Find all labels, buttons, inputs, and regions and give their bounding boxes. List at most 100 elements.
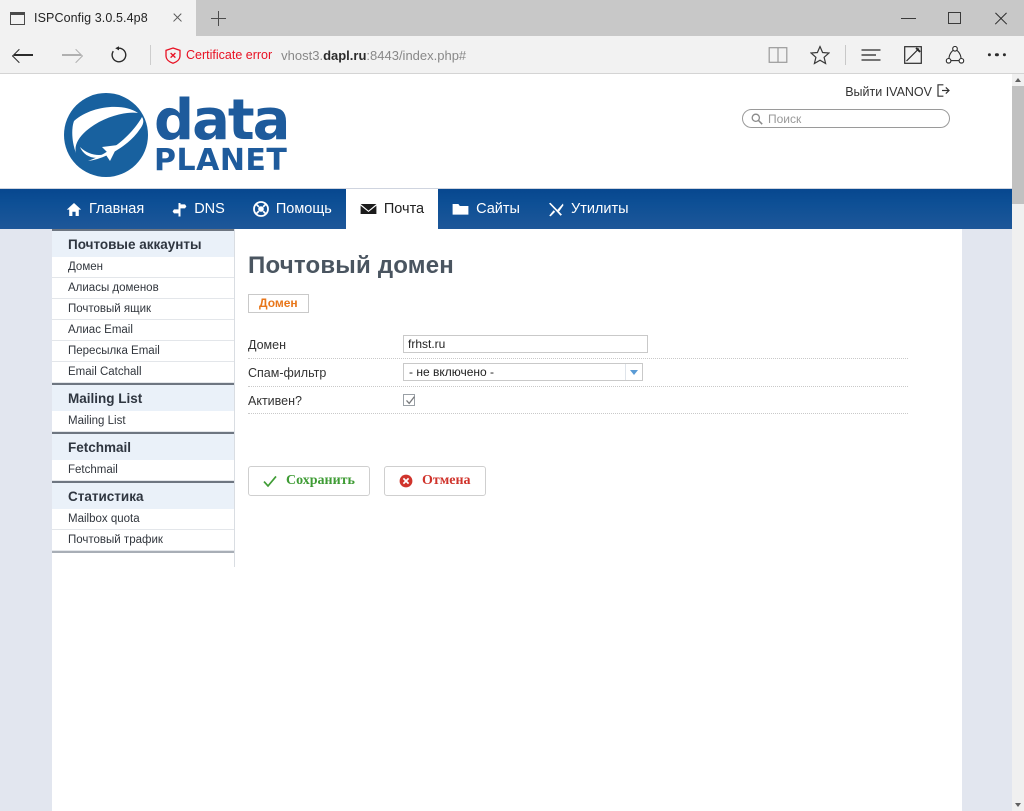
new-tab-button[interactable] xyxy=(196,0,240,36)
cancel-button[interactable]: Отмена xyxy=(383,466,486,496)
more-icon[interactable] xyxy=(976,36,1018,74)
sidebar-group-accounts: Почтовые аккаунты Домен Алиасы доменов П… xyxy=(52,229,234,383)
close-tab-icon[interactable] xyxy=(164,3,190,33)
nav-label: DNS xyxy=(194,201,225,217)
sidebar-bottom-border xyxy=(52,551,234,553)
logout-icon xyxy=(937,84,950,100)
form-tabstrip: Домен xyxy=(248,294,962,313)
sidebar-item-email-alias[interactable]: Алиас Email xyxy=(52,320,234,341)
domain-form: Домен frhst.ru Спам-фильтр - не включено… xyxy=(248,331,908,414)
sidebar-group-mailing-list: Mailing List Mailing List xyxy=(52,383,234,432)
window-controls xyxy=(886,0,1024,36)
search-input[interactable]: Поиск xyxy=(742,109,950,128)
search-icon xyxy=(751,113,763,125)
label-active: Активен? xyxy=(248,394,302,408)
tools-icon xyxy=(548,202,564,216)
form-row-domain: Домен frhst.ru xyxy=(248,331,908,359)
sidebar-group-statistics: Статистика Mailbox quota Почтовый трафик xyxy=(52,481,234,551)
save-label: Сохранить xyxy=(286,473,355,488)
form-row-active: Активен? xyxy=(248,387,908,414)
nav-item-sites[interactable]: Сайты xyxy=(438,189,534,229)
share-icon[interactable] xyxy=(934,36,976,74)
address-bar[interactable]: Certificate error vhost3.dapl.ru:8443/in… xyxy=(153,36,757,74)
browser-tab[interactable]: ISPConfig 3.0.5.4p8 xyxy=(0,0,196,36)
nav-label: Главная xyxy=(89,201,145,217)
forward-arrow-icon xyxy=(62,48,84,63)
tab-domain[interactable]: Домен xyxy=(248,294,309,313)
sidebar-item-email-catchall[interactable]: Email Catchall xyxy=(52,362,234,383)
hub-icon[interactable] xyxy=(850,36,892,74)
refresh-button[interactable] xyxy=(96,36,144,74)
scrollbar-thumb[interactable] xyxy=(1012,86,1024,204)
sidebar-item-mailing-list[interactable]: Mailing List xyxy=(52,411,234,432)
maximize-button[interactable] xyxy=(932,0,978,36)
reading-view-icon[interactable] xyxy=(757,36,799,74)
sidebar-item-mailbox[interactable]: Почтовый ящик xyxy=(52,299,234,320)
back-button[interactable] xyxy=(0,36,48,74)
nav-label: Помощь xyxy=(275,201,332,217)
sidebar-item-mail-traffic[interactable]: Почтовый трафик xyxy=(52,530,234,551)
nav-item-mail[interactable]: Почта xyxy=(345,189,439,229)
left-rail xyxy=(0,229,52,811)
toolbar-icons xyxy=(757,36,1024,74)
control-domain: frhst.ru xyxy=(403,335,908,353)
sidebar-item-domain-aliases[interactable]: Алиасы доменов xyxy=(52,278,234,299)
sidebar-item-mailbox-quota[interactable]: Mailbox quota xyxy=(52,509,234,530)
browser-window: ISPConfig 3.0.5.4p8 Certificate error vh… xyxy=(0,0,1024,811)
envelope-icon xyxy=(360,204,377,214)
site-logo[interactable]: data PLANET xyxy=(62,82,322,180)
page-body: data PLANET Выйти IVANOV Поиск Главная D… xyxy=(0,74,1012,811)
spamfilter-value: - не включено - xyxy=(409,365,495,379)
control-active xyxy=(403,391,908,406)
site-header: data PLANET Выйти IVANOV Поиск xyxy=(0,74,1012,188)
label-spamfilter: Спам-фильтр xyxy=(248,366,327,380)
toolbar-divider xyxy=(150,45,151,65)
logout-label: Выйти IVANOV xyxy=(845,85,932,99)
sidebar-item-domain[interactable]: Домен xyxy=(52,257,234,278)
forward-button[interactable] xyxy=(48,36,96,74)
sidebar-group-title: Статистика xyxy=(52,483,234,509)
logo-line-1: data xyxy=(154,88,290,153)
sidebar-item-fetchmail[interactable]: Fetchmail xyxy=(52,460,234,481)
close-window-button[interactable] xyxy=(978,0,1024,36)
spamfilter-select[interactable]: - не включено - xyxy=(403,363,643,381)
favorites-star-icon[interactable] xyxy=(799,36,841,74)
main-navigation: Главная DNS Помощь Почта Сайты Утилиты xyxy=(0,189,1012,229)
checkmark-icon xyxy=(405,396,415,405)
browser-toolbar: Certificate error vhost3.dapl.ru:8443/in… xyxy=(0,36,1024,74)
web-note-icon[interactable] xyxy=(892,36,934,74)
signpost-icon xyxy=(172,202,187,216)
logo-wordmark: data PLANET xyxy=(154,93,324,177)
page-scrollbar[interactable] xyxy=(1012,74,1024,811)
scroll-down-button[interactable] xyxy=(1012,799,1024,811)
logout-link[interactable]: Выйти IVANOV xyxy=(742,84,950,100)
certificate-error-text: Certificate error xyxy=(186,48,273,62)
domain-input[interactable]: frhst.ru xyxy=(403,335,648,353)
nav-item-dns[interactable]: DNS xyxy=(158,189,239,229)
certificate-error-badge[interactable]: Certificate error xyxy=(165,46,273,64)
sidebar-group-title: Почтовые аккаунты xyxy=(52,231,234,257)
url-domain: dapl.ru xyxy=(323,47,367,63)
scroll-up-button[interactable] xyxy=(1012,74,1024,86)
main-form-area: Почтовый домен Домен Домен frhst.ru Спам… xyxy=(248,229,962,496)
web-page: data PLANET Выйти IVANOV Поиск Главная D… xyxy=(0,74,1024,811)
nav-label: Утилиты xyxy=(570,201,629,217)
home-icon xyxy=(66,202,82,216)
sidebar-item-email-forward[interactable]: Пересылка Email xyxy=(52,341,234,362)
url-suffix: :8443/index.php# xyxy=(366,47,467,63)
active-checkbox[interactable] xyxy=(403,394,415,406)
browser-titlebar: ISPConfig 3.0.5.4p8 xyxy=(0,0,1024,36)
sidebar-divider xyxy=(234,229,235,567)
cancel-circle-icon xyxy=(399,474,413,488)
nav-label: Сайты xyxy=(476,201,520,217)
nav-item-tools[interactable]: Утилиты xyxy=(534,189,643,229)
control-spamfilter: - не включено - xyxy=(403,363,908,381)
refresh-icon xyxy=(110,46,128,64)
url-text: vhost3.dapl.ru:8443/index.php# xyxy=(281,48,466,63)
sidebar-group-title: Fetchmail xyxy=(52,434,234,460)
minimize-button[interactable] xyxy=(886,0,932,36)
save-button[interactable]: Сохранить xyxy=(248,466,370,496)
content-panel: Почтовые аккаунты Домен Алиасы доменов П… xyxy=(52,229,962,811)
nav-item-help[interactable]: Помощь xyxy=(239,189,346,229)
nav-item-home[interactable]: Главная xyxy=(52,189,158,229)
